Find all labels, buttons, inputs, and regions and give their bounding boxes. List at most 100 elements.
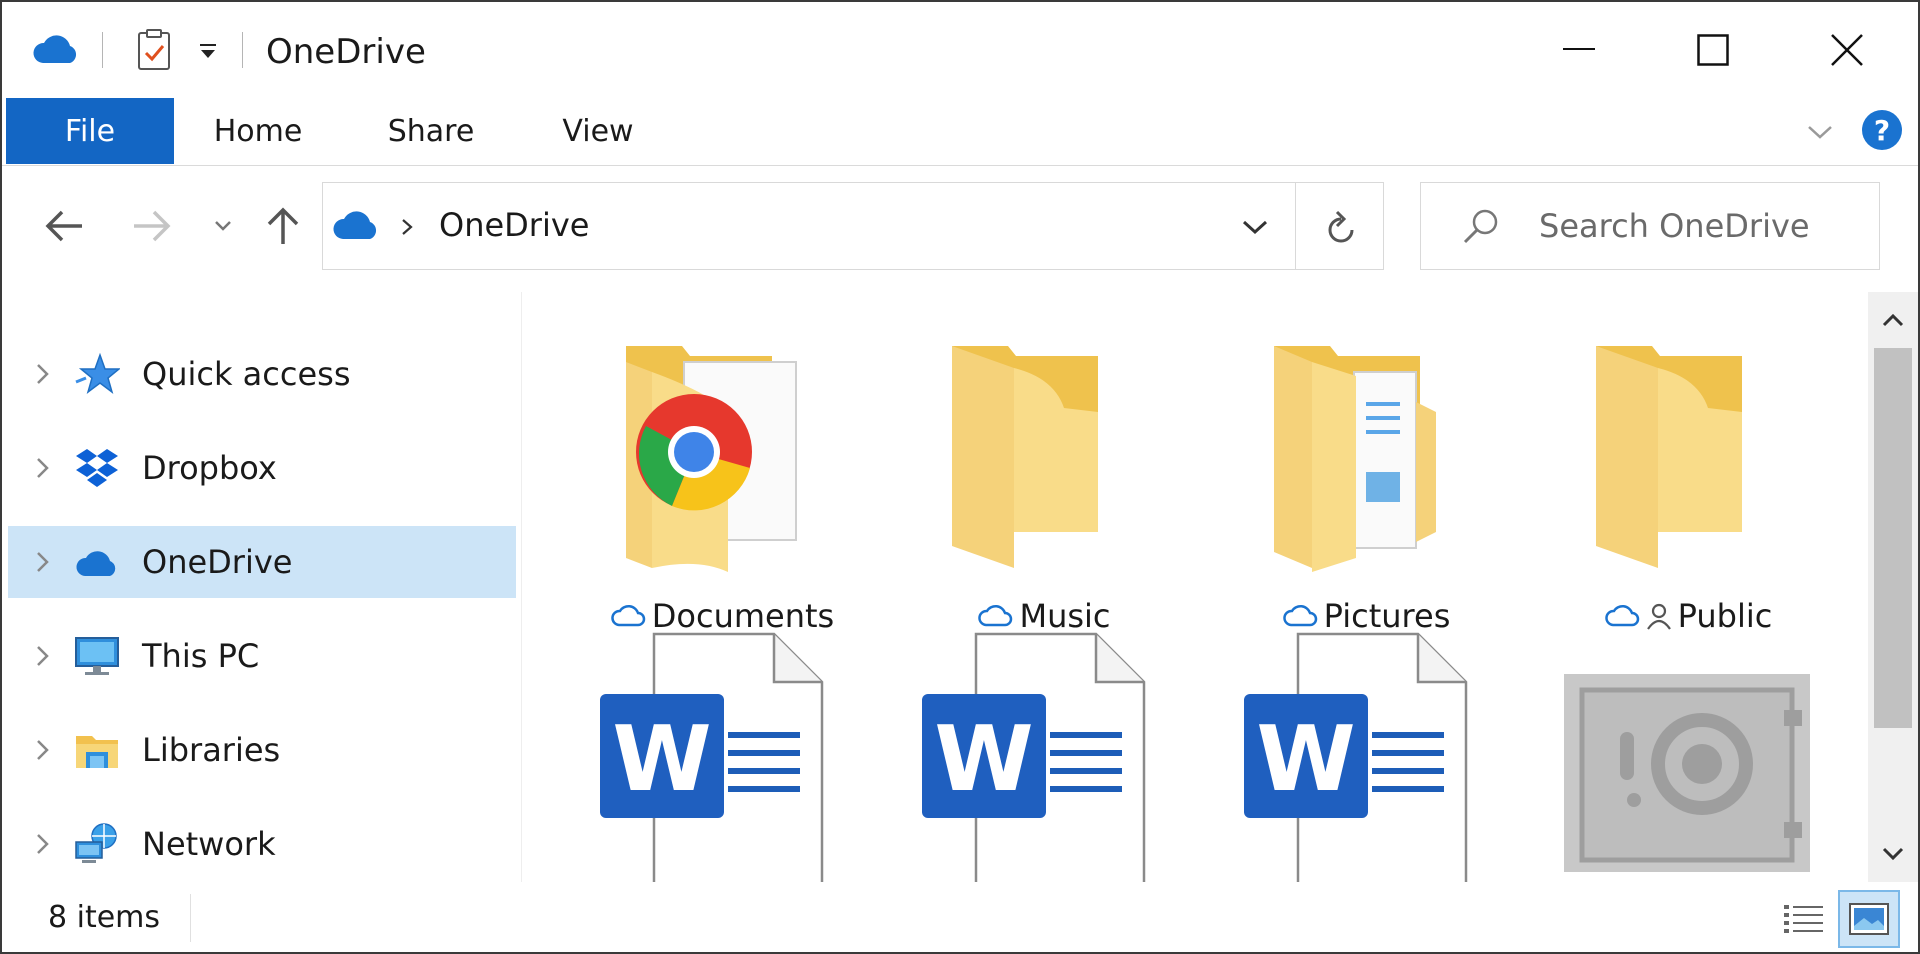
breadcrumb-separator-icon bbox=[402, 219, 413, 235]
up-arrow-icon bbox=[267, 207, 299, 244]
back-button[interactable] bbox=[36, 196, 92, 256]
address-history-dropdown[interactable] bbox=[1233, 207, 1277, 247]
up-button[interactable] bbox=[256, 196, 310, 256]
large-icons-view-icon bbox=[1849, 903, 1889, 935]
sidebar-item-libraries[interactable]: Libraries bbox=[8, 714, 516, 786]
sidebar-item-dropbox[interactable]: Dropbox bbox=[8, 432, 516, 504]
chevron-up-icon bbox=[1882, 313, 1904, 327]
minimize-icon bbox=[1563, 48, 1595, 50]
sidebar-item-label: OneDrive bbox=[142, 543, 293, 581]
help-icon[interactable]: ? bbox=[1860, 108, 1906, 154]
shared-person-icon bbox=[1646, 603, 1671, 630]
search-input[interactable] bbox=[1539, 201, 1869, 251]
word-document-item[interactable]: W bbox=[1216, 632, 1516, 882]
cloud-status-icon bbox=[978, 604, 1013, 627]
close-icon bbox=[1831, 34, 1863, 66]
quick-access-star-icon bbox=[75, 352, 120, 394]
forward-button[interactable] bbox=[124, 196, 180, 256]
chevron-right-icon[interactable] bbox=[28, 360, 56, 388]
chevron-right-icon[interactable] bbox=[28, 454, 56, 482]
chevron-down-icon bbox=[215, 221, 231, 231]
forward-arrow-icon bbox=[134, 210, 171, 242]
cloud-status-icon bbox=[611, 604, 646, 627]
dropbox-icon bbox=[76, 449, 118, 487]
chevron-right-icon[interactable] bbox=[28, 736, 56, 764]
sidebar-item-label: Libraries bbox=[142, 731, 281, 769]
sidebar-item-label: This PC bbox=[142, 637, 260, 675]
refresh-button[interactable] bbox=[1311, 201, 1371, 253]
details-view-button[interactable] bbox=[1778, 894, 1830, 944]
customize-quick-access-dropdown-icon[interactable] bbox=[190, 26, 226, 74]
properties-checklist-icon[interactable] bbox=[130, 26, 178, 74]
chevron-right-icon[interactable] bbox=[28, 642, 56, 670]
folder-item-music[interactable]: Music bbox=[894, 292, 1194, 635]
word-document-icon: W bbox=[600, 632, 824, 882]
svg-text:W: W bbox=[612, 707, 711, 812]
scroll-up-button[interactable] bbox=[1868, 296, 1918, 344]
pictures-folder-icon bbox=[1274, 346, 1436, 572]
back-arrow-icon bbox=[45, 210, 82, 242]
close-button[interactable] bbox=[1782, 12, 1912, 88]
toolbar-separator bbox=[102, 32, 103, 68]
sidebar-item-label: Quick access bbox=[142, 355, 351, 393]
libraries-icon bbox=[76, 736, 118, 768]
search-box[interactable] bbox=[1420, 182, 1880, 270]
vertical-scrollbar[interactable] bbox=[1868, 292, 1918, 882]
expand-ribbon-chevron-icon[interactable] bbox=[1800, 112, 1840, 152]
maximize-icon bbox=[1697, 34, 1729, 66]
refresh-icon bbox=[1328, 210, 1354, 243]
address-bar[interactable]: OneDrive bbox=[322, 182, 1384, 270]
large-icons-view-button[interactable] bbox=[1838, 890, 1900, 948]
chevron-right-icon[interactable] bbox=[28, 548, 56, 576]
this-pc-monitor-icon bbox=[75, 637, 119, 675]
minimize-button[interactable] bbox=[1514, 12, 1644, 88]
sidebar-item-this-pc[interactable]: This PC bbox=[8, 620, 516, 692]
maximize-button[interactable] bbox=[1648, 12, 1778, 88]
folder-item-public[interactable]: Public bbox=[1538, 292, 1838, 635]
sidebar-item-label: Network bbox=[142, 825, 276, 863]
svg-text:W: W bbox=[1256, 707, 1355, 812]
tab-home[interactable]: Home bbox=[198, 98, 318, 164]
recent-locations-dropdown[interactable] bbox=[206, 196, 240, 256]
documents-folder-icon bbox=[626, 346, 797, 572]
details-view-icon bbox=[1784, 905, 1823, 933]
address-path-onedrive[interactable]: OneDrive bbox=[439, 201, 589, 249]
file-explorer-window: OneDrive File Home Share View ? OneDrive… bbox=[0, 0, 1920, 954]
personal-vault-safe-icon bbox=[1564, 674, 1810, 872]
navigation-pane: Quick access Dropbox OneDrive This PC Li… bbox=[2, 292, 522, 882]
personal-vault-item[interactable] bbox=[1538, 632, 1838, 882]
title-bar: OneDrive bbox=[2, 2, 1918, 98]
music-folder-icon bbox=[952, 346, 1098, 568]
folder-item-documents[interactable]: Documents bbox=[572, 292, 872, 635]
status-divider bbox=[190, 894, 191, 942]
tab-file[interactable]: File bbox=[6, 98, 174, 164]
svg-text:?: ? bbox=[1874, 114, 1890, 147]
network-icon bbox=[75, 823, 117, 863]
chevron-right-icon[interactable] bbox=[28, 830, 56, 858]
sidebar-item-quick-access[interactable]: Quick access bbox=[8, 338, 516, 410]
chevron-down-icon bbox=[1882, 847, 1904, 861]
word-document-item[interactable]: W bbox=[894, 632, 1194, 882]
sidebar-item-network[interactable]: Network bbox=[8, 808, 516, 880]
sidebar-item-label: Dropbox bbox=[142, 449, 277, 487]
address-divider bbox=[1295, 183, 1296, 269]
onedrive-cloud-icon bbox=[333, 211, 377, 239]
onedrive-cloud-icon bbox=[76, 551, 116, 576]
word-document-icon: W bbox=[1244, 632, 1468, 882]
word-document-item[interactable]: W bbox=[572, 632, 872, 882]
cloud-status-icon bbox=[1282, 604, 1317, 627]
public-folder-icon bbox=[1596, 346, 1742, 568]
tab-view[interactable]: View bbox=[542, 98, 654, 164]
scroll-down-button[interactable] bbox=[1868, 830, 1918, 878]
sidebar-item-onedrive[interactable]: OneDrive bbox=[8, 526, 516, 598]
folder-item-pictures[interactable]: Pictures bbox=[1216, 292, 1516, 635]
onedrive-cloud-icon bbox=[28, 26, 84, 74]
status-bar: 8 items bbox=[2, 882, 1918, 952]
svg-text:W: W bbox=[934, 707, 1033, 812]
scroll-thumb[interactable] bbox=[1874, 348, 1912, 728]
tab-share[interactable]: Share bbox=[368, 98, 494, 164]
toolbar-separator bbox=[242, 32, 243, 68]
window-title: OneDrive bbox=[266, 32, 426, 72]
cloud-status-icon bbox=[1604, 604, 1639, 627]
search-icon bbox=[1463, 209, 1498, 244]
